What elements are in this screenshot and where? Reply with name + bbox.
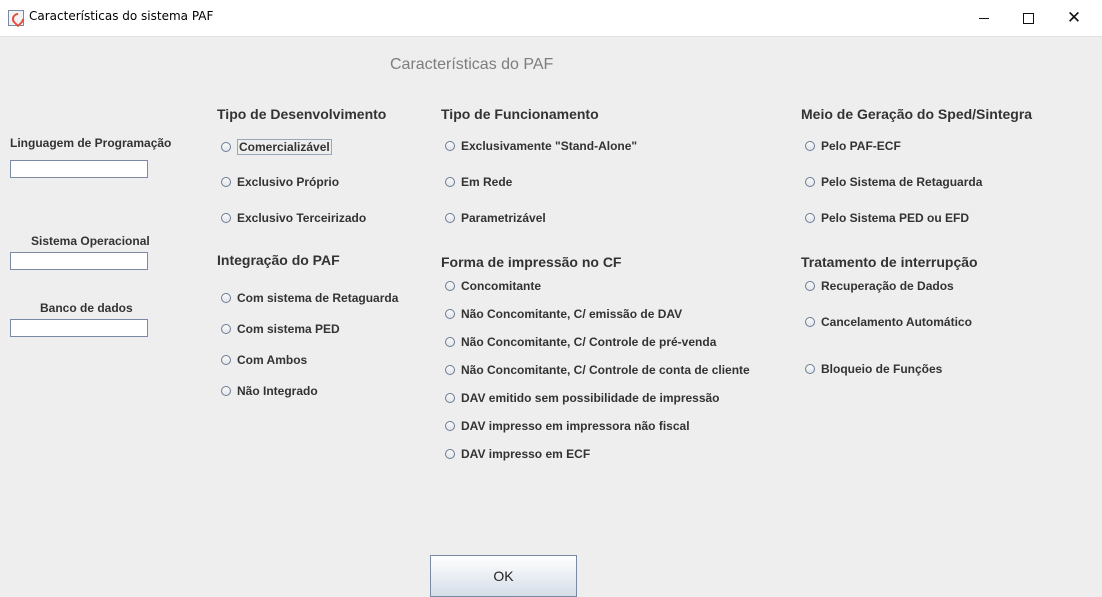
java-app-icon — [8, 10, 24, 26]
ok-button[interactable]: OK — [430, 555, 577, 597]
radio-circle-icon — [221, 324, 231, 334]
radio-circle-icon — [221, 355, 231, 365]
radio-label: Não Concomitante, C/ emissão de DAV — [461, 307, 683, 321]
radio-comercializavel[interactable]: Comercializável — [221, 139, 332, 155]
radio-circle-icon — [221, 213, 231, 223]
radio-circle-icon — [805, 317, 815, 327]
radio-label: DAV impresso em ECF — [461, 447, 591, 461]
radio-label: Não Integrado — [237, 384, 318, 398]
radio-label: Pelo Sistema de Retaguarda — [821, 175, 983, 189]
radio-dav-nao-fiscal[interactable]: DAV impresso em impressora não fiscal — [445, 419, 690, 433]
radio-circle-icon — [445, 213, 455, 223]
radio-circle-icon — [221, 293, 231, 303]
close-button[interactable]: ✕ — [1051, 0, 1097, 36]
section-meio-geracao: Meio de Geração do Sped/Sintegra — [801, 106, 1033, 122]
radio-circle-icon — [445, 141, 455, 151]
radio-label: DAV impresso em impressora não fiscal — [461, 419, 690, 433]
radio-label: Exclusivamente "Stand-Alone" — [461, 139, 638, 153]
radio-cancelamento-automatico[interactable]: Cancelamento Automático — [805, 315, 972, 329]
radio-pelo-retaguarda[interactable]: Pelo Sistema de Retaguarda — [805, 175, 982, 189]
radio-circle-icon — [445, 177, 455, 187]
radio-parametrizavel[interactable]: Parametrizável — [445, 211, 546, 225]
radio-circle-icon — [805, 141, 815, 151]
radio-nc-emissao-dav[interactable]: Não Concomitante, C/ emissão de DAV — [445, 307, 682, 321]
radio-nao-integrado[interactable]: Não Integrado — [221, 384, 318, 398]
radio-circle-icon — [445, 365, 455, 375]
radio-label: Não Concomitante, C/ Controle de pré-ven… — [461, 335, 717, 349]
os-input[interactable] — [10, 252, 148, 270]
section-tipo-funcionamento: Tipo de Funcionamento — [441, 106, 599, 122]
radio-concomitante[interactable]: Concomitante — [445, 279, 541, 293]
radio-circle-icon — [805, 177, 815, 187]
os-label: Sistema Operacional — [31, 234, 150, 248]
db-input[interactable] — [10, 319, 148, 337]
language-input[interactable] — [10, 160, 148, 178]
radio-label: Concomitante — [461, 279, 542, 293]
minimize-icon — [979, 17, 989, 19]
title-bar: Características do sistema PAF ✕ — [0, 0, 1102, 37]
radio-label: DAV emitido sem possibilidade de impress… — [461, 391, 720, 405]
radio-label: Comercializável — [237, 139, 332, 155]
radio-stand-alone[interactable]: Exclusivamente "Stand-Alone" — [445, 139, 637, 153]
radio-circle-icon — [445, 281, 455, 291]
radio-circle-icon — [221, 142, 231, 152]
section-tratamento: Tratamento de interrupção — [801, 254, 978, 270]
radio-com-retaguarda[interactable]: Com sistema de Retaguarda — [221, 291, 398, 305]
radio-label: Recuperação de Dados — [821, 279, 954, 293]
window-title: Características do sistema PAF — [29, 9, 214, 23]
radio-circle-icon — [221, 386, 231, 396]
radio-exclusivo-proprio[interactable]: Exclusivo Próprio — [221, 175, 339, 189]
radio-circle-icon — [445, 393, 455, 403]
radio-label: Com Ambos — [237, 353, 308, 367]
form-title: Características do PAF — [390, 56, 554, 73]
radio-label: Parametrizável — [461, 211, 546, 225]
radio-label: Com sistema de Retaguarda — [237, 291, 399, 305]
db-label: Banco de dados — [40, 301, 133, 315]
radio-recuperacao-dados[interactable]: Recuperação de Dados — [805, 279, 954, 293]
radio-dav-sem-impressao[interactable]: DAV emitido sem possibilidade de impress… — [445, 391, 720, 405]
radio-com-ped[interactable]: Com sistema PED — [221, 322, 340, 336]
radio-circle-icon — [445, 421, 455, 431]
radio-nc-conta-cliente[interactable]: Não Concomitante, C/ Controle de conta d… — [445, 363, 750, 377]
radio-label: Não Concomitante, C/ Controle de conta d… — [461, 363, 750, 377]
minimize-button[interactable] — [961, 0, 1007, 36]
radio-circle-icon — [445, 309, 455, 319]
radio-pelo-paf-ecf[interactable]: Pelo PAF-ECF — [805, 139, 901, 153]
radio-label: Pelo Sistema PED ou EFD — [821, 211, 970, 225]
radio-exclusivo-terceirizado[interactable]: Exclusivo Terceirizado — [221, 211, 366, 225]
radio-label: Cancelamento Automático — [821, 315, 972, 329]
radio-circle-icon — [805, 364, 815, 374]
section-integracao: Integração do PAF — [217, 252, 340, 268]
section-tipo-desenvolvimento: Tipo de Desenvolvimento — [217, 106, 387, 122]
radio-com-ambos[interactable]: Com Ambos — [221, 353, 307, 367]
radio-pelo-ped-efd[interactable]: Pelo Sistema PED ou EFD — [805, 211, 969, 225]
radio-circle-icon — [445, 449, 455, 459]
maximize-button[interactable] — [1005, 0, 1051, 36]
radio-nc-pre-venda[interactable]: Não Concomitante, C/ Controle de pré-ven… — [445, 335, 716, 349]
close-icon: ✕ — [1066, 7, 1082, 28]
radio-label: Com sistema PED — [237, 322, 340, 336]
radio-circle-icon — [221, 177, 231, 187]
language-label: Linguagem de Programação — [10, 136, 172, 150]
radio-label: Exclusivo Terceirizado — [237, 211, 367, 225]
radio-label: Em Rede — [461, 175, 513, 189]
radio-circle-icon — [805, 281, 815, 291]
section-forma-impressao: Forma de impressão no CF — [441, 254, 622, 270]
radio-label: Exclusivo Próprio — [237, 175, 340, 189]
radio-dav-ecf[interactable]: DAV impresso em ECF — [445, 447, 590, 461]
radio-label: Pelo PAF-ECF — [821, 139, 901, 153]
radio-circle-icon — [805, 213, 815, 223]
radio-bloqueio-funcoes[interactable]: Bloqueio de Funções — [805, 362, 942, 376]
radio-em-rede[interactable]: Em Rede — [445, 175, 512, 189]
radio-circle-icon — [445, 337, 455, 347]
maximize-icon — [1022, 12, 1034, 24]
radio-label: Bloqueio de Funções — [821, 362, 943, 376]
